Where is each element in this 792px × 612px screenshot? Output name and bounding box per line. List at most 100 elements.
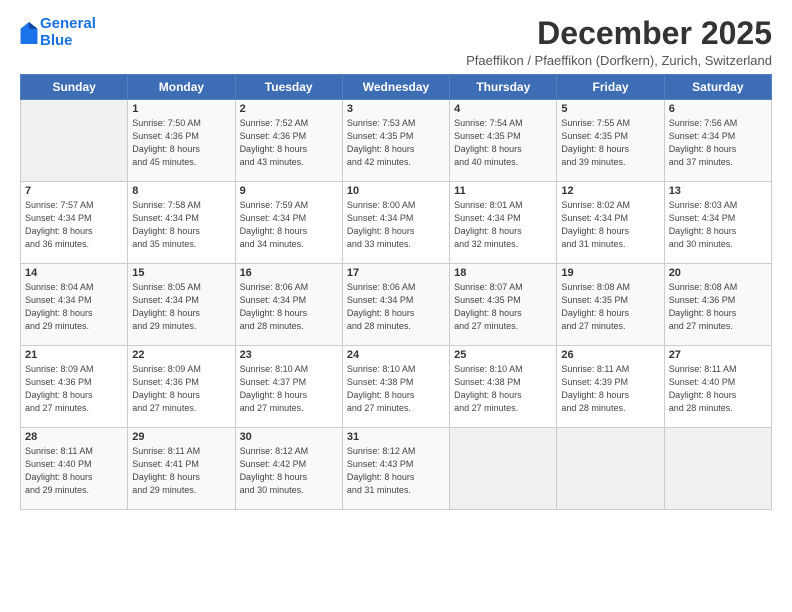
col-saturday: Saturday xyxy=(664,75,771,100)
col-thursday: Thursday xyxy=(450,75,557,100)
calendar-cell: 5 Sunrise: 7:55 AM Sunset: 4:35 PM Daylig… xyxy=(557,100,664,182)
day-number: 30 xyxy=(240,431,338,443)
calendar-body: 1 Sunrise: 7:50 AM Sunset: 4:36 PM Daylig… xyxy=(21,100,772,510)
day-info: Sunrise: 7:55 AM Sunset: 4:35 PM Dayligh… xyxy=(561,117,659,169)
day-info: Sunrise: 8:00 AM Sunset: 4:34 PM Dayligh… xyxy=(347,199,445,251)
calendar-cell: 11 Sunrise: 8:01 AM Sunset: 4:34 PM Dayli… xyxy=(450,182,557,264)
day-number: 23 xyxy=(240,349,338,361)
day-info: Sunrise: 8:12 AM Sunset: 4:43 PM Dayligh… xyxy=(347,445,445,497)
day-number: 14 xyxy=(25,267,123,279)
calendar-cell: 13 Sunrise: 8:03 AM Sunset: 4:34 PM Dayli… xyxy=(664,182,771,264)
day-number: 7 xyxy=(25,185,123,197)
calendar-cell: 23 Sunrise: 8:10 AM Sunset: 4:37 PM Dayli… xyxy=(235,346,342,428)
day-number: 24 xyxy=(347,349,445,361)
calendar-week-5: 28 Sunrise: 8:11 AM Sunset: 4:40 PM Dayli… xyxy=(21,428,772,510)
calendar-cell: 22 Sunrise: 8:09 AM Sunset: 4:36 PM Dayli… xyxy=(128,346,235,428)
day-info: Sunrise: 7:54 AM Sunset: 4:35 PM Dayligh… xyxy=(454,117,552,169)
day-number: 9 xyxy=(240,185,338,197)
day-number: 5 xyxy=(561,103,659,115)
day-number: 13 xyxy=(669,185,767,197)
day-info: Sunrise: 7:53 AM Sunset: 4:35 PM Dayligh… xyxy=(347,117,445,169)
calendar-cell: 18Sunrise: 8:07 AM Sunset: 4:35 PM Dayli… xyxy=(450,264,557,346)
calendar-cell: 15Sunrise: 8:05 AM Sunset: 4:34 PM Dayli… xyxy=(128,264,235,346)
day-info: Sunrise: 7:56 AM Sunset: 4:34 PM Dayligh… xyxy=(669,117,767,169)
calendar-cell: 26Sunrise: 8:11 AM Sunset: 4:39 PM Dayli… xyxy=(557,346,664,428)
day-info: Sunrise: 8:11 AM Sunset: 4:40 PM Dayligh… xyxy=(25,445,123,497)
logo-line2: Blue xyxy=(40,32,73,49)
title-block: December 2025 Pfaeffikon / Pfaeffikon (D… xyxy=(466,16,772,68)
day-info: Sunrise: 8:02 AM Sunset: 4:34 PM Dayligh… xyxy=(561,199,659,251)
calendar-table: Sunday Monday Tuesday Wednesday Thursday… xyxy=(20,74,772,510)
calendar-cell: 4Sunrise: 7:54 AM Sunset: 4:35 PM Daylig… xyxy=(450,100,557,182)
day-number: 17 xyxy=(347,267,445,279)
calendar-cell xyxy=(557,428,664,510)
logo-line1: General xyxy=(40,15,96,32)
day-number: 22 xyxy=(132,349,230,361)
day-info: Sunrise: 8:03 AM Sunset: 4:34 PM Dayligh… xyxy=(669,199,767,251)
day-info: Sunrise: 8:10 AM Sunset: 4:38 PM Dayligh… xyxy=(454,363,552,415)
day-info: Sunrise: 8:08 AM Sunset: 4:36 PM Dayligh… xyxy=(669,281,767,333)
day-number: 18 xyxy=(454,267,552,279)
calendar-cell: 12 Sunrise: 8:02 AM Sunset: 4:34 PM Dayli… xyxy=(557,182,664,264)
col-monday: Monday xyxy=(128,75,235,100)
day-info: Sunrise: 8:11 AM Sunset: 4:39 PM Dayligh… xyxy=(561,363,659,415)
day-info: Sunrise: 7:59 AM Sunset: 4:34 PM Dayligh… xyxy=(240,199,338,251)
calendar-cell xyxy=(21,100,128,182)
calendar-week-3: 14Sunrise: 8:04 AM Sunset: 4:34 PM Dayli… xyxy=(21,264,772,346)
header: General Blue December 2025 Pfaeffikon / … xyxy=(20,16,772,68)
day-info: Sunrise: 8:09 AM Sunset: 4:36 PM Dayligh… xyxy=(132,363,230,415)
calendar-cell: 2Sunrise: 7:52 AM Sunset: 4:36 PM Daylig… xyxy=(235,100,342,182)
calendar-week-1: 1 Sunrise: 7:50 AM Sunset: 4:36 PM Daylig… xyxy=(21,100,772,182)
day-number: 12 xyxy=(561,185,659,197)
calendar-cell: 21 Sunrise: 8:09 AM Sunset: 4:36 PM Dayli… xyxy=(21,346,128,428)
day-number: 21 xyxy=(25,349,123,361)
calendar-cell: 3 Sunrise: 7:53 AM Sunset: 4:35 PM Daylig… xyxy=(342,100,449,182)
col-tuesday: Tuesday xyxy=(235,75,342,100)
calendar-cell: 24 Sunrise: 8:10 AM Sunset: 4:38 PM Dayli… xyxy=(342,346,449,428)
calendar-cell xyxy=(450,428,557,510)
day-number: 28 xyxy=(25,431,123,443)
day-info: Sunrise: 7:50 AM Sunset: 4:36 PM Dayligh… xyxy=(132,117,230,169)
day-number: 3 xyxy=(347,103,445,115)
calendar-cell: 8Sunrise: 7:58 AM Sunset: 4:34 PM Daylig… xyxy=(128,182,235,264)
day-number: 1 xyxy=(132,103,230,115)
calendar-cell: 10 Sunrise: 8:00 AM Sunset: 4:34 PM Dayli… xyxy=(342,182,449,264)
day-info: Sunrise: 7:52 AM Sunset: 4:36 PM Dayligh… xyxy=(240,117,338,169)
day-info: Sunrise: 8:12 AM Sunset: 4:42 PM Dayligh… xyxy=(240,445,338,497)
col-friday: Friday xyxy=(557,75,664,100)
col-sunday: Sunday xyxy=(21,75,128,100)
day-number: 10 xyxy=(347,185,445,197)
calendar-cell: 20 Sunrise: 8:08 AM Sunset: 4:36 PM Dayli… xyxy=(664,264,771,346)
calendar-cell: 25 Sunrise: 8:10 AM Sunset: 4:38 PM Dayli… xyxy=(450,346,557,428)
calendar-cell: 1 Sunrise: 7:50 AM Sunset: 4:36 PM Daylig… xyxy=(128,100,235,182)
day-info: Sunrise: 8:10 AM Sunset: 4:37 PM Dayligh… xyxy=(240,363,338,415)
day-info: Sunrise: 8:06 AM Sunset: 4:34 PM Dayligh… xyxy=(347,281,445,333)
day-number: 11 xyxy=(454,185,552,197)
calendar-cell: 7 Sunrise: 7:57 AM Sunset: 4:34 PM Daylig… xyxy=(21,182,128,264)
calendar-cell xyxy=(664,428,771,510)
day-info: Sunrise: 7:57 AM Sunset: 4:34 PM Dayligh… xyxy=(25,199,123,251)
calendar-cell: 28 Sunrise: 8:11 AM Sunset: 4:40 PM Dayli… xyxy=(21,428,128,510)
day-info: Sunrise: 8:11 AM Sunset: 4:40 PM Dayligh… xyxy=(669,363,767,415)
calendar-cell: 29 Sunrise: 8:11 AM Sunset: 4:41 PM Dayli… xyxy=(128,428,235,510)
day-number: 27 xyxy=(669,349,767,361)
day-info: Sunrise: 8:01 AM Sunset: 4:34 PM Dayligh… xyxy=(454,199,552,251)
calendar-cell: 16Sunrise: 8:06 AM Sunset: 4:34 PM Dayli… xyxy=(235,264,342,346)
day-info: Sunrise: 8:05 AM Sunset: 4:34 PM Dayligh… xyxy=(132,281,230,333)
day-number: 16 xyxy=(240,267,338,279)
subtitle: Pfaeffikon / Pfaeffikon (Dorfkern), Zuri… xyxy=(466,53,772,68)
page: General Blue December 2025 Pfaeffikon / … xyxy=(0,0,792,612)
day-number: 8 xyxy=(132,185,230,197)
logo-icon xyxy=(20,22,38,44)
col-wednesday: Wednesday xyxy=(342,75,449,100)
calendar-week-4: 21 Sunrise: 8:09 AM Sunset: 4:36 PM Dayli… xyxy=(21,346,772,428)
day-info: Sunrise: 8:10 AM Sunset: 4:38 PM Dayligh… xyxy=(347,363,445,415)
day-number: 19 xyxy=(561,267,659,279)
day-info: Sunrise: 8:11 AM Sunset: 4:41 PM Dayligh… xyxy=(132,445,230,497)
day-number: 29 xyxy=(132,431,230,443)
calendar-week-2: 7 Sunrise: 7:57 AM Sunset: 4:34 PM Daylig… xyxy=(21,182,772,264)
day-number: 25 xyxy=(454,349,552,361)
calendar-cell: 30 Sunrise: 8:12 AM Sunset: 4:42 PM Dayli… xyxy=(235,428,342,510)
day-number: 20 xyxy=(669,267,767,279)
day-info: Sunrise: 8:09 AM Sunset: 4:36 PM Dayligh… xyxy=(25,363,123,415)
